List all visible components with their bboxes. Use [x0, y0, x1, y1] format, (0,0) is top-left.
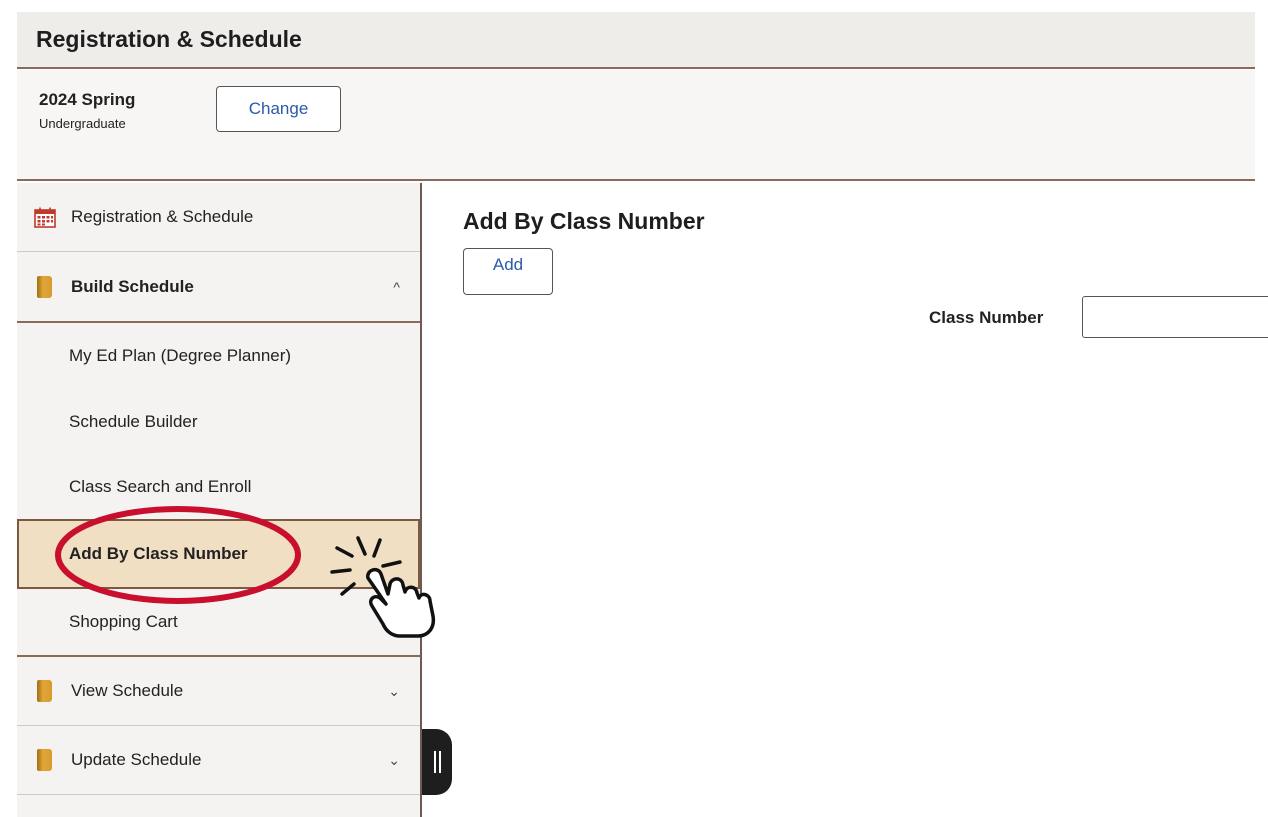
sidebar-item-update-schedule[interactable]: Update Schedule ⌄ [17, 726, 420, 794]
term-career: Undergraduate [39, 116, 126, 131]
sidebar-item-shopping-cart[interactable]: Shopping Cart [17, 589, 420, 655]
sidebar-item-schedule-builder[interactable]: Schedule Builder [17, 389, 420, 455]
sidebar-item-label: Registration & Schedule [71, 207, 254, 226]
book-icon [37, 749, 52, 771]
sidebar-collapse-handle[interactable] [422, 729, 452, 795]
sidebar-item-label: View Schedule [71, 681, 184, 700]
term-name: 2024 Spring [39, 90, 136, 109]
calendar-icon [34, 207, 56, 228]
sidebar-item-label: Build Schedule [71, 277, 194, 296]
sidebar-item-label: Add By Class Number [69, 544, 248, 563]
change-term-button[interactable]: Change [216, 86, 341, 132]
title-bar: Registration & Schedule [17, 12, 1255, 69]
sidebar-item-view-schedule[interactable]: View Schedule ⌄ [17, 657, 420, 725]
sidebar: Registration & Schedule Build Schedule ^… [17, 183, 422, 817]
sidebar-item-class-search[interactable]: Class Search and Enroll [17, 455, 420, 519]
class-number-label: Class Number [929, 308, 1044, 327]
pause-icon [433, 751, 441, 773]
chevron-up-icon: ^ [393, 279, 400, 295]
sidebar-item-add-by-class-number[interactable]: Add By Class Number [17, 519, 420, 589]
sidebar-item-my-ed-plan[interactable]: My Ed Plan (Degree Planner) [17, 323, 420, 389]
page: Registration & Schedule 2024 Spring Unde… [17, 0, 1268, 817]
page-title: Registration & Schedule [36, 26, 302, 52]
sidebar-item-label: Schedule Builder [69, 412, 198, 431]
sidebar-item-build-schedule[interactable]: Build Schedule ^ [17, 252, 420, 322]
sidebar-item-label: Class Search and Enroll [69, 477, 252, 496]
sidebar-item-label: Update Schedule [71, 750, 202, 769]
term-bar: 2024 Spring Undergraduate Change [17, 70, 1255, 181]
sidebar-item-registration-schedule[interactable]: Registration & Schedule [17, 183, 420, 251]
chevron-down-icon: ⌄ [388, 751, 400, 768]
sidebar-item-label: Shopping Cart [69, 612, 178, 631]
add-button[interactable]: Add [463, 248, 553, 295]
section-title: Add By Class Number [463, 208, 705, 234]
book-icon [37, 680, 52, 702]
book-icon [37, 276, 52, 298]
main-content: Add By Class Number Add Class Number [424, 183, 1268, 817]
divider [17, 794, 420, 795]
sidebar-item-label: My Ed Plan (Degree Planner) [69, 346, 292, 365]
class-number-input[interactable] [1082, 296, 1268, 338]
chevron-down-icon: ⌄ [388, 682, 400, 699]
